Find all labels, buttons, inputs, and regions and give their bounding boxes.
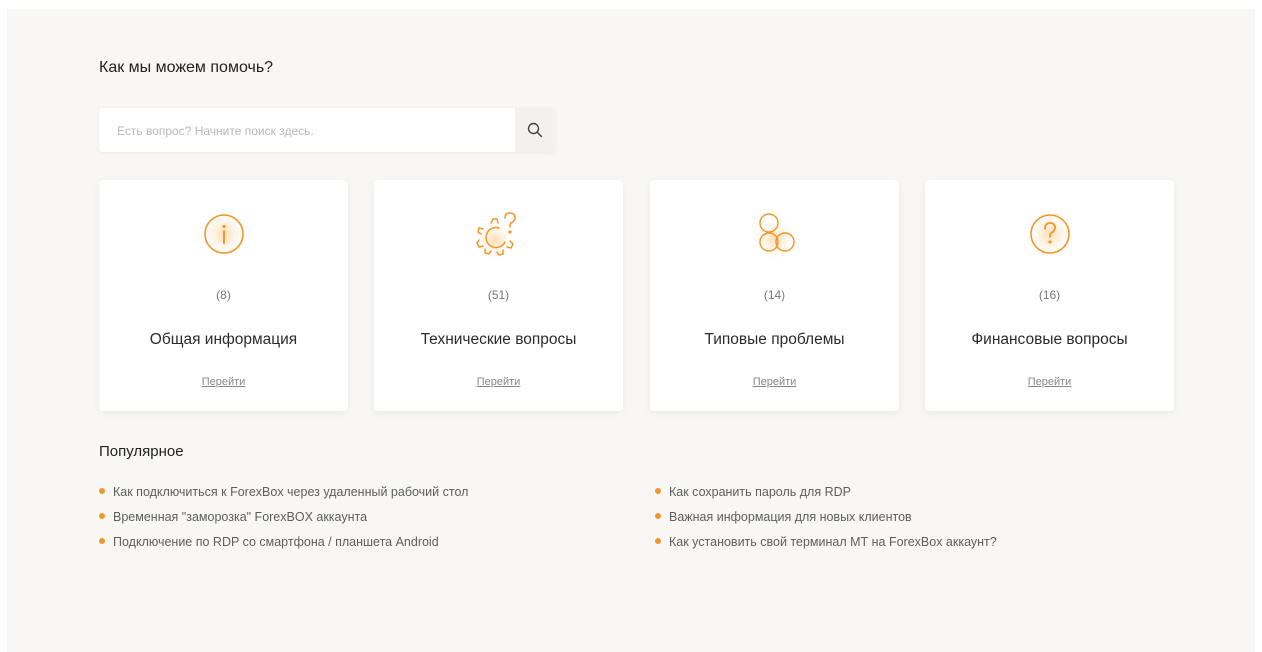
popular-list-right: Как сохранить пароль для RDP Важная инфо… xyxy=(655,485,997,560)
card-title: Технические вопросы xyxy=(420,331,577,348)
search-icon xyxy=(527,122,543,138)
bullet-icon xyxy=(655,488,661,494)
bullet-icon xyxy=(655,538,661,544)
bullet-icon xyxy=(655,513,661,519)
card-count: (16) xyxy=(1038,288,1061,302)
page-title: Как мы можем помочь? xyxy=(99,59,274,76)
popular-link[interactable]: Важная информация для новых клиентов xyxy=(655,510,997,535)
search-button[interactable] xyxy=(515,108,555,152)
category-card-typical[interactable]: (14) Типовые проблемы Перейти xyxy=(650,180,899,411)
category-card-general[interactable]: (8) Общая информация Перейти xyxy=(99,180,348,411)
category-card-technical[interactable]: (51) Технические вопросы Перейти xyxy=(374,180,623,411)
gear-question-icon xyxy=(474,212,519,260)
card-title: Финансовые вопросы xyxy=(971,331,1128,348)
popular-link[interactable]: Как сохранить пароль для RDP xyxy=(655,485,997,510)
search-box xyxy=(99,108,555,154)
bullet-icon xyxy=(99,488,105,494)
popular-link[interactable]: Как подключиться к ForexBox через удален… xyxy=(99,485,468,510)
card-count: (8) xyxy=(216,288,231,302)
circles-icon xyxy=(750,212,799,260)
card-link[interactable]: Перейти xyxy=(650,376,899,388)
search-input[interactable] xyxy=(115,108,509,154)
popular-title: Популярное xyxy=(99,443,184,460)
card-title: Типовые проблемы xyxy=(704,331,845,348)
card-count: (14) xyxy=(763,288,786,302)
bullet-icon xyxy=(99,513,105,519)
card-link[interactable]: Перейти xyxy=(374,376,623,388)
popular-list-left: Как подключиться к ForexBox через удален… xyxy=(99,485,468,560)
popular-link[interactable]: Подключение по RDP со смартфона / планше… xyxy=(99,535,468,560)
popular-link[interactable]: Как установить свой терминал МТ на Forex… xyxy=(655,535,997,560)
card-count: (51) xyxy=(487,288,510,302)
card-link[interactable]: Перейти xyxy=(99,376,348,388)
question-icon xyxy=(1023,208,1076,260)
category-card-financial[interactable]: (16) Финансовые вопросы Перейти xyxy=(925,180,1174,411)
card-link[interactable]: Перейти xyxy=(925,376,1174,388)
card-title: Общая информация xyxy=(149,331,298,348)
bullet-icon xyxy=(99,538,105,544)
popular-link[interactable]: Временная "заморозка" ForexBOX аккаунта xyxy=(99,510,468,535)
info-icon xyxy=(197,208,250,260)
help-center-panel: Как мы можем помочь? Есть вопрос? Начнит… xyxy=(7,9,1255,652)
